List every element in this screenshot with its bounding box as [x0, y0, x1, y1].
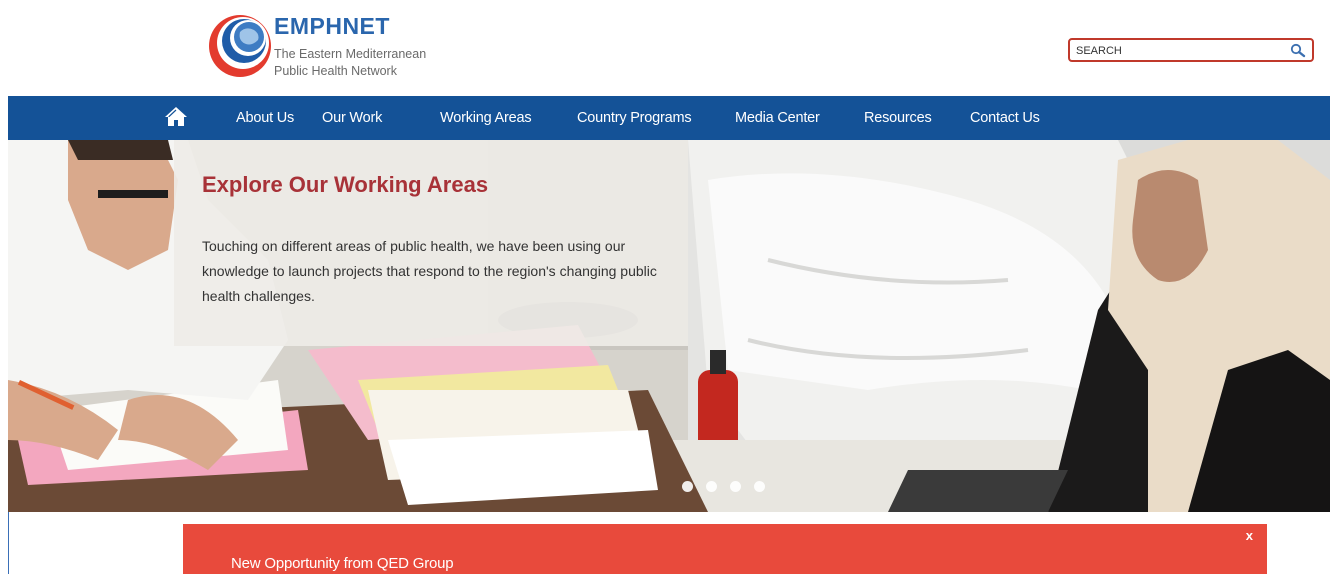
emphnet-logo-icon: [209, 15, 271, 77]
slider-dot-1[interactable]: [682, 481, 693, 492]
nav-item-contact-us[interactable]: Contact Us: [970, 96, 1040, 140]
logo-subtitle-line-1: The Eastern Mediterranean: [274, 47, 427, 61]
search-icon[interactable]: [1290, 43, 1306, 59]
hero-slider: Explore Our Working Areas Touching on di…: [8, 140, 1330, 512]
nav-item-working-areas[interactable]: Working Areas: [440, 96, 532, 140]
nav-item-country-programs[interactable]: Country Programs: [577, 96, 692, 140]
home-icon[interactable]: [164, 106, 188, 128]
hero-caption-panel: Explore Our Working Areas Touching on di…: [174, 140, 688, 346]
slider-dot-3[interactable]: [730, 481, 741, 492]
close-banner-button[interactable]: x: [1246, 528, 1253, 543]
hero-description: Touching on different areas of public he…: [202, 238, 657, 304]
logo-title: EMPHNET: [274, 13, 390, 39]
search-box: [1068, 38, 1314, 62]
site-header: EMPHNET The Eastern Mediterranean Public…: [0, 0, 1330, 96]
logo-subtitle: The Eastern Mediterranean Public Health …: [274, 46, 464, 80]
slider-dot-2[interactable]: [706, 481, 717, 492]
slider-dot-4[interactable]: [754, 481, 765, 492]
nav-item-resources[interactable]: Resources: [864, 96, 932, 140]
nav-item-our-work[interactable]: Our Work: [322, 96, 382, 140]
nav-item-about-us[interactable]: About Us: [236, 96, 294, 140]
logo-subtitle-line-2: Public Health Network: [274, 64, 397, 78]
nav-item-media-center[interactable]: Media Center: [735, 96, 820, 140]
search-input[interactable]: [1076, 42, 1281, 60]
opportunity-banner: New Opportunity from QED Group x: [183, 524, 1267, 574]
main-nav: About Us Our Work Working Areas Country …: [8, 96, 1330, 140]
hero-title[interactable]: Explore Our Working Areas: [202, 172, 488, 198]
site-logo[interactable]: EMPHNET The Eastern Mediterranean Public…: [204, 10, 464, 86]
opportunity-link[interactable]: New Opportunity from QED Group: [231, 555, 454, 572]
